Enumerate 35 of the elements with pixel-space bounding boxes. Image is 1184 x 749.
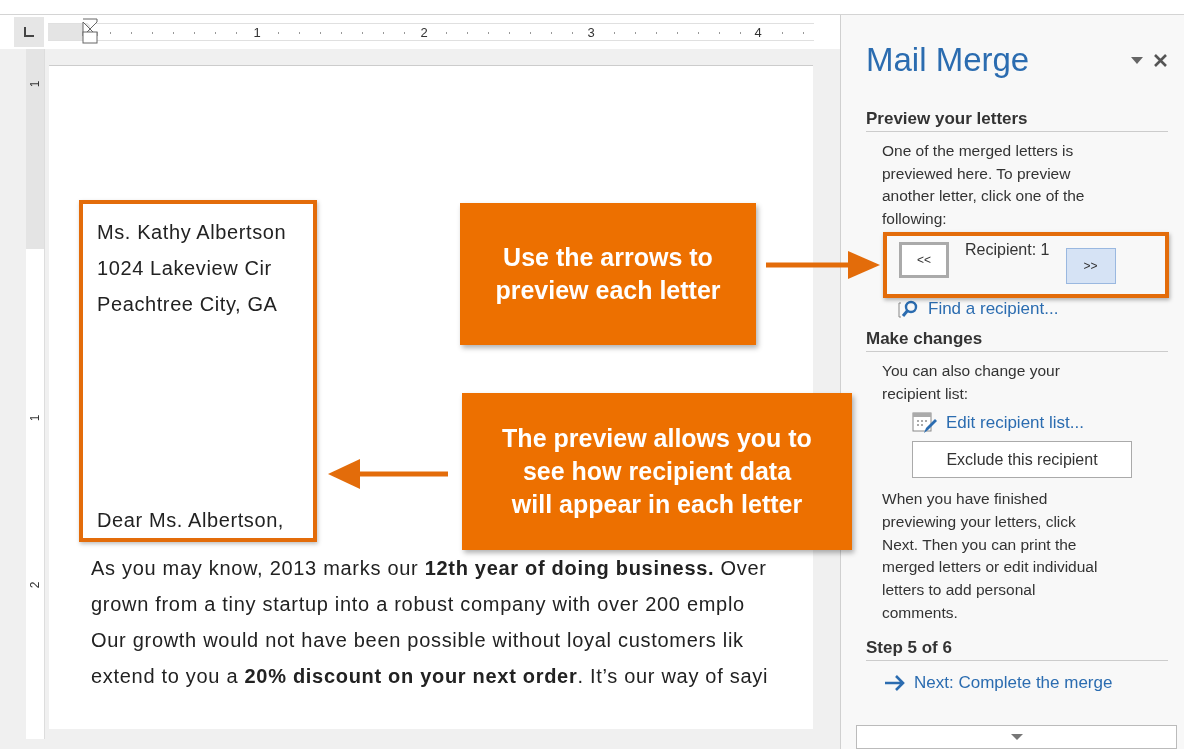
body-text-line: As you may know, 2013 marks our 12th year of doing business. Over [91, 556, 768, 581]
right-arrow-icon [884, 674, 906, 693]
dropdown-caret-icon[interactable] [1131, 56, 1143, 64]
callout-box: The preview allows you to see how recipient data will appear in each letter [462, 393, 852, 550]
instruction-text: You can also change your recipient list: [881, 360, 1061, 404]
previous-recipient-button[interactable]: << [899, 241, 949, 278]
section-heading: Make changes [866, 328, 1168, 352]
body-text-line: grown from a tiny startup into a robust company with over 200 emplo [91, 592, 746, 617]
step-heading: Step 5 of 6 [866, 638, 1168, 662]
recipient-label: Recipient: 1 [965, 240, 1050, 259]
tab-selector-button[interactable] [14, 17, 44, 47]
exclude-recipient-button[interactable]: Exclude this recipient [912, 441, 1132, 479]
caret-icon [1010, 734, 1023, 740]
edit-recipient-list-link[interactable]: Edit recipient list... [946, 413, 1084, 434]
indent-marker-icon[interactable] [82, 18, 98, 44]
edit-list-icon [912, 411, 938, 436]
close-icon[interactable] [1153, 52, 1168, 68]
instruction-text: One of the merged letters is previewed here. To preview another letter, click one of the following: [881, 141, 1086, 230]
address-line: Ms. Kathy Albertson [97, 220, 288, 245]
address-line: 1024 Lakeview Cir [97, 256, 273, 281]
body-text-line: extend to you a 20% discount on your next order. It’s our way of sayi [91, 664, 770, 689]
next-recipient-button[interactable]: >> [1065, 247, 1116, 284]
ruler-number: 1 [29, 80, 41, 88]
body-text-line: Our growth would not have been possible without loyal customers lik [91, 628, 745, 653]
next-step-link[interactable]: Next: Complete the merge [914, 673, 1113, 694]
find-recipient-link[interactable]: Find a recipient... [928, 298, 1059, 319]
pane-title: Mail Merge [866, 41, 1031, 79]
ruler-number: 1 [29, 414, 41, 422]
instruction-text: When you have finished previewing your letters, click Next. Then you can print the merged letters or edit individual letters to add personal comments. [881, 489, 1099, 623]
section-heading: Preview your letters [866, 109, 1168, 132]
search-icon [898, 298, 920, 319]
address-line: Peachtree City, GA [97, 292, 279, 317]
ruler-number: 2 [29, 581, 41, 589]
callout-box: Use the arrows to preview each letter [460, 203, 756, 345]
salutation: Dear Ms. Albertson, [97, 508, 286, 533]
